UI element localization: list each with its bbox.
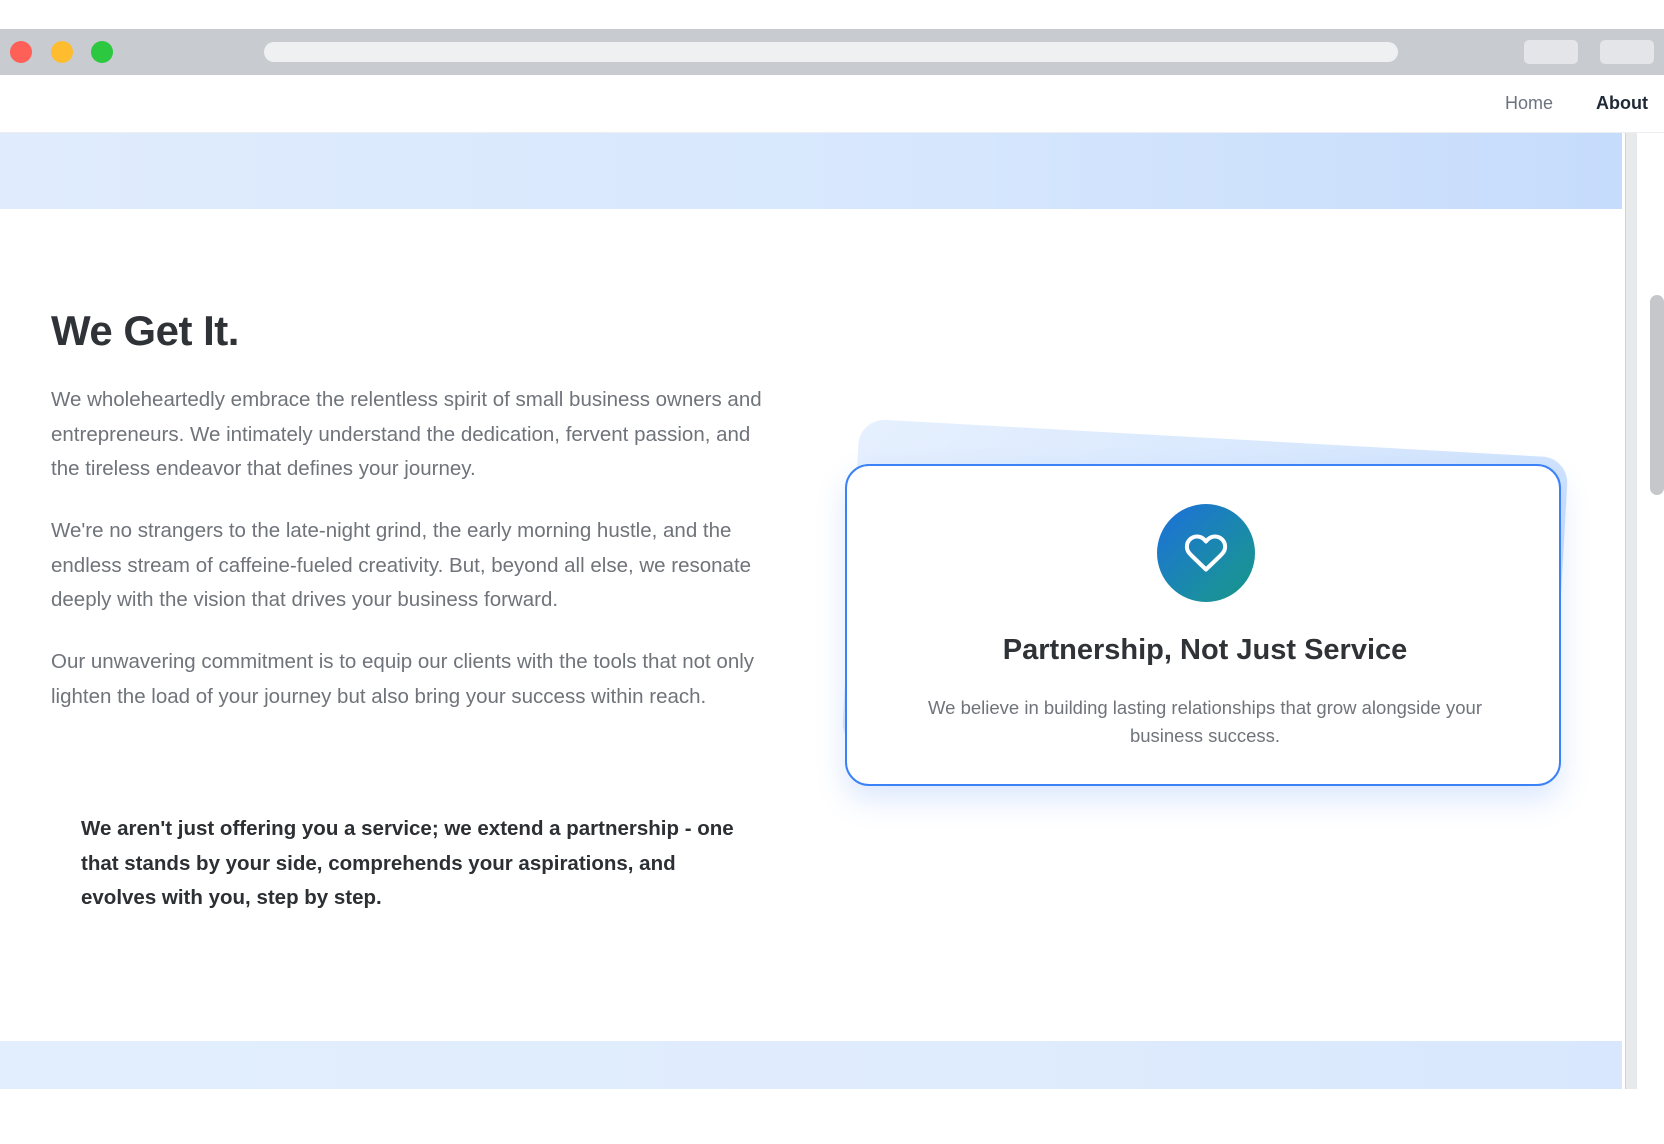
top-navigation: Home About (0, 75, 1664, 133)
card-title: Partnership, Not Just Service (1002, 634, 1408, 666)
scrollbar-thumb[interactable] (1650, 295, 1664, 495)
about-paragraph: We're no strangers to the late-night gri… (51, 519, 752, 611)
card-description: We believe in building lasting relations… (928, 697, 1482, 746)
minimize-window-button[interactable] (51, 41, 73, 63)
nav-link-about[interactable]: About (1596, 93, 1648, 114)
feature-card: Partnership, Not Just Service We believe… (845, 464, 1561, 786)
heart-icon-circle (1157, 504, 1255, 602)
browser-toolbar-button[interactable] (1524, 40, 1578, 64)
scrollbar-gutter (1625, 133, 1637, 1089)
partnership-quote: We aren't just offering you a service; w… (81, 817, 734, 909)
about-paragraph: We wholeheartedly embrace the relentless… (51, 388, 762, 480)
nav-link-home[interactable]: Home (1505, 93, 1553, 114)
about-paragraph: Our unwavering commitment is to equip ou… (51, 650, 755, 708)
close-window-button[interactable] (10, 41, 32, 63)
section-heading: We Get It. (51, 307, 239, 354)
footer-band (0, 1041, 1622, 1089)
heart-icon (1184, 534, 1228, 572)
browser-chrome (0, 29, 1664, 75)
page-content: We Get It. We wholeheartedly embrace the… (0, 133, 1664, 1089)
browser-toolbar-button[interactable] (1600, 40, 1654, 64)
maximize-window-button[interactable] (91, 41, 113, 63)
hero-band (0, 133, 1622, 209)
address-bar[interactable] (264, 42, 1398, 62)
